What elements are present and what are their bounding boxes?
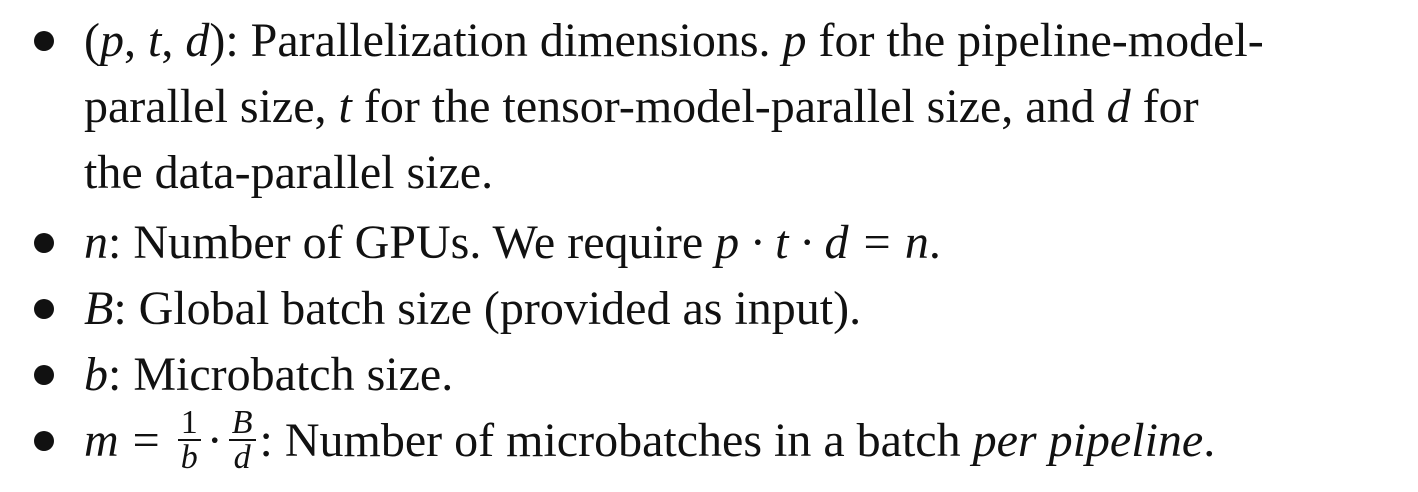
math-symbol-m: m [84, 414, 119, 467]
item-line: n: Number of GPUs. We require p · t · d … [84, 210, 941, 276]
bullet-marker [34, 365, 54, 385]
item-description: : Number of microbatches in a batch [259, 414, 973, 467]
fraction-denominator: b [180, 438, 198, 476]
item-line: b: Microbatch size. [84, 342, 453, 408]
item-line-2: parallel size, t for the tensor-model-pa… [84, 80, 1199, 133]
math-symbol-b: b [84, 348, 108, 401]
fraction-B-over-d: Bd [228, 405, 256, 476]
bullet-item-parallelization-dimensions: (p, t, d): Parallelization dimensions. p… [34, 8, 1394, 206]
bullet-marker [34, 233, 54, 253]
item-line: m = 1 b · Bd: Number of microbatches in a b… [84, 405, 1216, 476]
emphasis-per-pipeline: per pipeline [972, 414, 1204, 467]
math-symbol-B: B [84, 282, 114, 335]
bullet-item-gpu-count: n: Number of GPUs. We require p · t · d … [34, 210, 1394, 276]
fraction-one-over-b: 1b [177, 405, 201, 476]
item-end: . [1203, 414, 1216, 467]
bullet-item-global-batch-size: B: Global batch size (provided as input)… [34, 276, 1394, 342]
item-line-1: (p, t, d): Parallelization dimensions. p… [84, 14, 1264, 67]
fraction-denominator: d [233, 438, 251, 476]
math-symbol-n: n [84, 216, 108, 269]
item-end: . [928, 216, 941, 269]
bullet-marker [34, 31, 54, 51]
bullet-item-num-microbatches: m = 1 b · Bd: Number of microbatches in a b… [34, 405, 1394, 488]
dot-operator: · [206, 414, 223, 467]
fraction-numerator: 1 [177, 405, 201, 441]
item-description: : Number of GPUs. We require [108, 216, 716, 269]
equation: p · t · d = n [715, 216, 929, 269]
bullet-marker [34, 431, 54, 451]
bullet-marker [34, 299, 54, 319]
bullet-item-microbatch-size: b: Microbatch size. [34, 342, 1394, 408]
equals-sign: = [132, 414, 160, 467]
fraction-numerator: B [228, 405, 256, 441]
item-line: B: Global batch size (provided as input)… [84, 276, 861, 342]
item-line-3: the data-parallel size. [84, 146, 494, 199]
item-description: : Microbatch size. [108, 348, 454, 401]
item-description: : Global batch size (provided as input). [113, 282, 862, 335]
